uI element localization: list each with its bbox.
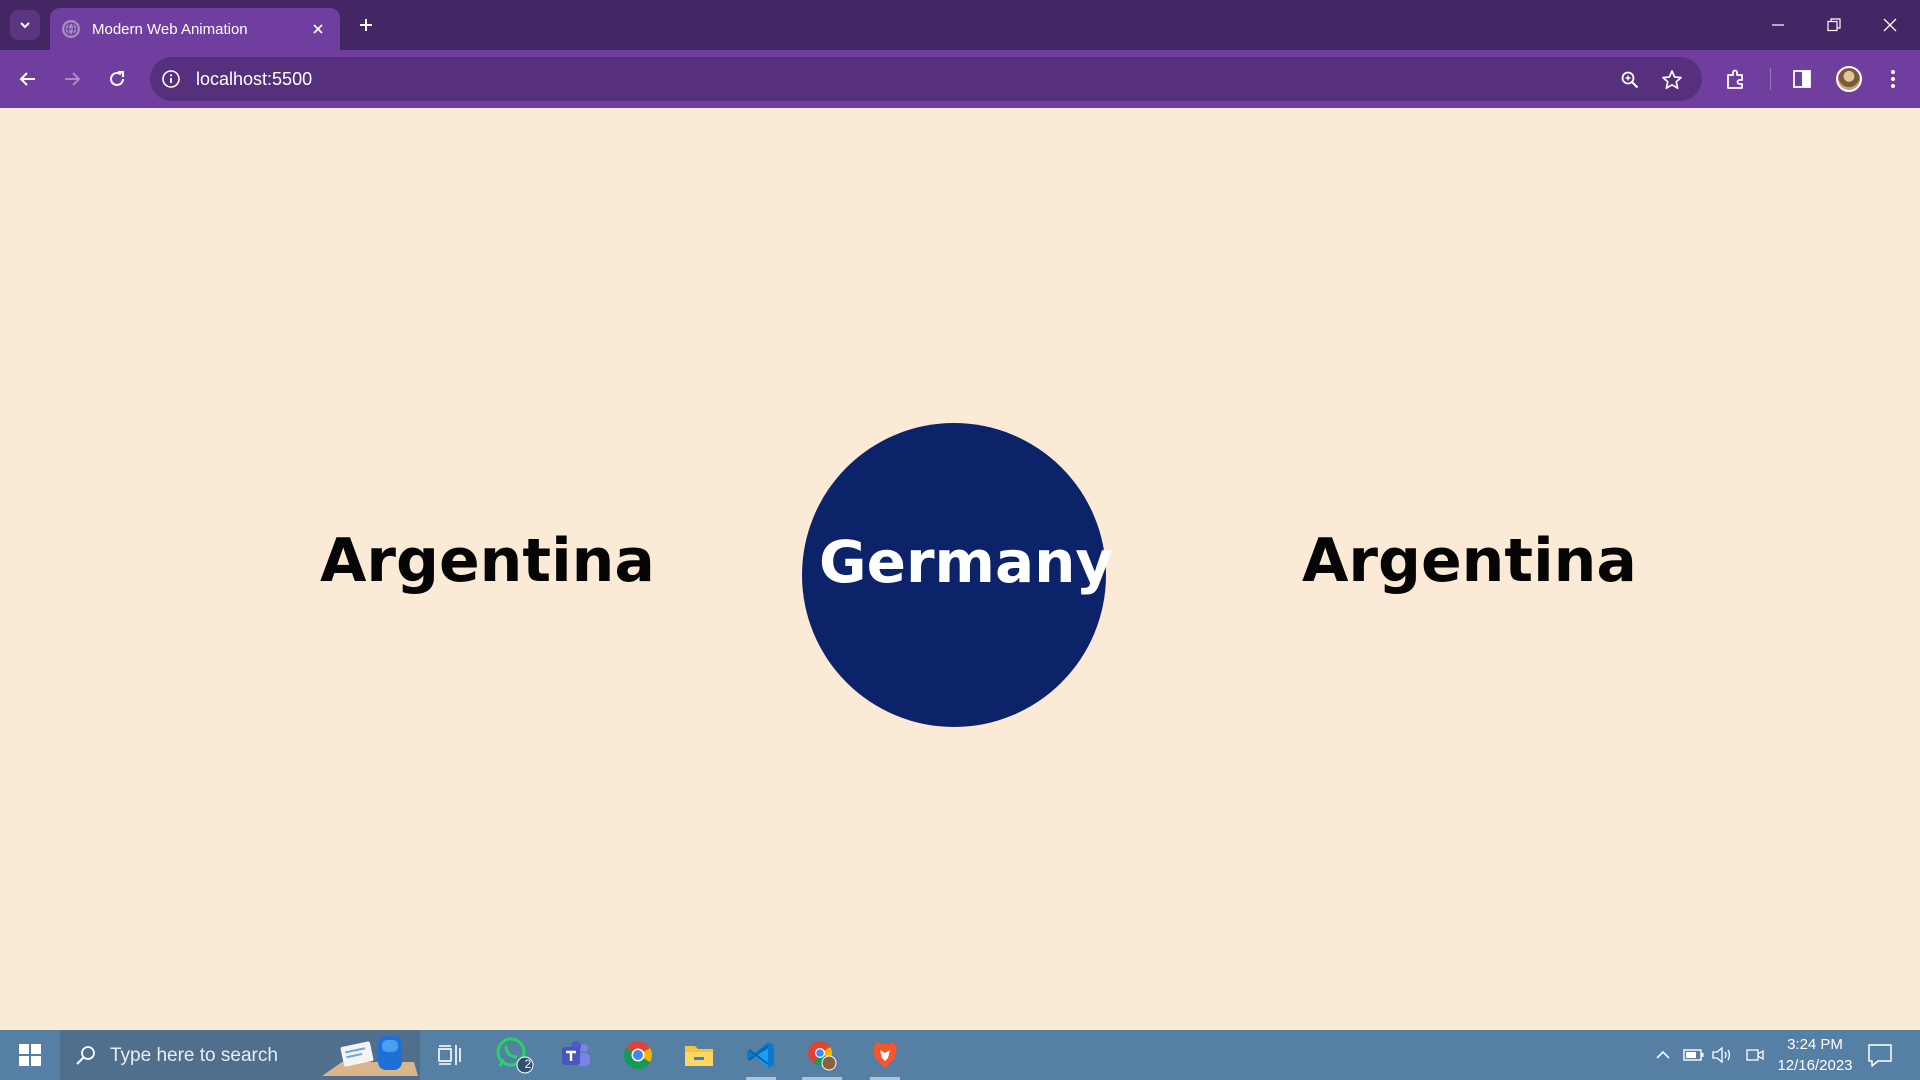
volume-icon[interactable]: [1711, 1045, 1733, 1065]
active-tab[interactable]: Modern Web Animation: [50, 8, 340, 50]
task-view-icon: [438, 1045, 461, 1065]
teams-app[interactable]: [551, 1035, 601, 1075]
globe-icon: [62, 20, 80, 38]
taskbar-search-box[interactable]: Type here to search: [60, 1030, 420, 1080]
vscode-app[interactable]: [736, 1035, 786, 1080]
minimize-icon: [1772, 24, 1784, 26]
new-tab-button[interactable]: [352, 11, 380, 39]
center-country-text: Germany: [819, 528, 1114, 596]
start-button[interactable]: [0, 1030, 60, 1080]
restore-icon: [1827, 18, 1841, 32]
vscode-icon: [747, 1042, 774, 1068]
tab-title: Modern Web Animation: [92, 20, 248, 38]
close-icon: [1883, 18, 1897, 32]
browser-tab-strip: Modern Web Animation: [0, 0, 1920, 50]
brave-app[interactable]: [860, 1035, 910, 1080]
windows-taskbar: Type here to search 2 3:24 PM 12/16/2023: [0, 1030, 1920, 1080]
profile-avatar[interactable]: [1836, 66, 1862, 92]
system-clock[interactable]: 3:24 PM 12/16/2023: [1770, 1034, 1860, 1076]
file-explorer-app[interactable]: [674, 1035, 724, 1075]
arrow-left-icon: [19, 72, 35, 86]
minimize-button[interactable]: [1750, 0, 1806, 50]
search-placeholder: Type here to search: [110, 1045, 278, 1066]
chevron-down-icon: [20, 22, 30, 29]
toolbar-divider: [1770, 68, 1771, 90]
tab-search-button[interactable]: [10, 10, 40, 40]
back-button[interactable]: [12, 63, 44, 95]
show-hidden-icons-button[interactable]: [1652, 1045, 1674, 1065]
browser-toolbar: localhost:5500: [0, 50, 1920, 108]
meet-now-icon[interactable]: [1744, 1045, 1766, 1065]
close-window-button[interactable]: [1862, 0, 1918, 50]
plus-icon: [360, 19, 372, 31]
chrome-profile-icon: [808, 1041, 837, 1071]
battery-icon[interactable]: [1683, 1045, 1705, 1065]
windows-logo-icon: [19, 1044, 41, 1066]
clock-date: 12/16/2023: [1777, 1057, 1853, 1074]
arrow-right-icon: [65, 72, 81, 86]
url-text[interactable]: localhost:5500: [196, 69, 312, 90]
reload-button[interactable]: [101, 63, 133, 95]
notification-icon[interactable]: [1866, 1042, 1894, 1068]
address-bar[interactable]: localhost:5500: [150, 57, 1702, 101]
forward-button[interactable]: [56, 63, 88, 95]
chrome-app[interactable]: [613, 1035, 663, 1075]
right-country-text: Argentina: [1302, 526, 1637, 596]
chrome-icon: [624, 1041, 652, 1069]
search-highlight-illustration: [322, 1036, 418, 1076]
whatsapp-app[interactable]: 2: [490, 1035, 540, 1075]
left-country-text: Argentina: [320, 526, 655, 596]
web-page: Argentina Germany Argentina: [0, 108, 1920, 1030]
chrome-profile-app[interactable]: [797, 1035, 847, 1080]
reload-icon: [110, 71, 124, 86]
brave-icon: [873, 1042, 897, 1068]
restore-button[interactable]: [1806, 0, 1862, 50]
file-explorer-icon: [685, 1046, 713, 1066]
star-icon[interactable]: [1660, 68, 1684, 92]
close-tab-icon[interactable]: [308, 19, 328, 39]
task-view-button[interactable]: [425, 1035, 475, 1075]
more-menu-icon[interactable]: [1879, 65, 1907, 93]
extensions-icon[interactable]: [1722, 65, 1750, 93]
site-info-icon[interactable]: [160, 68, 182, 90]
whatsapp-badge: 2: [524, 1057, 532, 1071]
zoom-icon[interactable]: [1618, 68, 1642, 92]
search-icon: [76, 1046, 95, 1065]
clock-time: 3:24 PM: [1787, 1036, 1843, 1053]
chevron-up-icon: [1656, 1050, 1670, 1059]
side-panel-icon[interactable]: [1788, 65, 1816, 93]
teams-icon: [562, 1041, 590, 1066]
